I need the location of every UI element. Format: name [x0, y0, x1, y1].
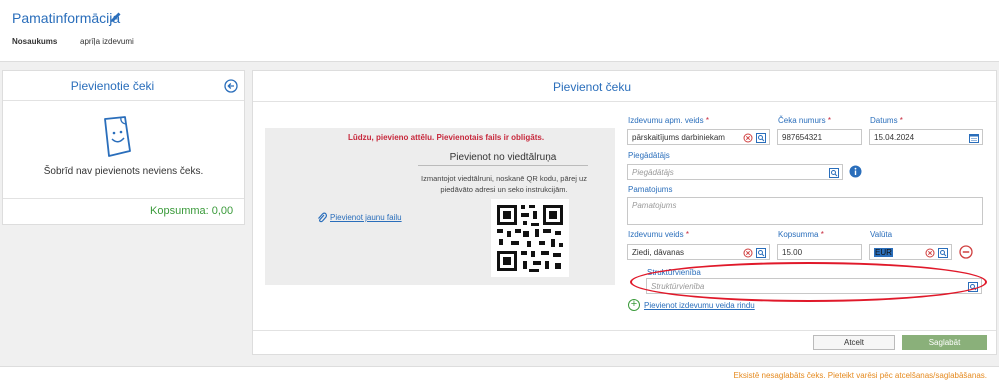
highlight-oval [630, 262, 987, 302]
unsaved-warning: Eksistē nesaglabāts čeks. Pieteikt varēs… [733, 371, 987, 380]
lookup-icon[interactable] [756, 133, 766, 143]
empty-state-text: Šobrīd nav pievienots neviens čeks. [43, 166, 204, 177]
add-expense-row-link[interactable]: + Pievienot izdevumu veida rindu [628, 299, 755, 311]
lookup-icon[interactable] [756, 248, 766, 258]
qr-instructions: Izmantojot viedtālruni, noskanē QR kodu,… [421, 174, 587, 194]
arrow-left-circle-icon[interactable] [224, 79, 238, 93]
save-button[interactable]: Saglabāt [902, 335, 987, 350]
qr-code-icon [491, 199, 569, 277]
header-card [0, 0, 999, 62]
lookup-icon[interactable] [829, 168, 839, 178]
upload-error-message: Lūdzu, pievieno attēlu. Pievienotais fai… [348, 133, 545, 142]
lookup-icon[interactable] [938, 248, 948, 258]
supplier-label: Piegādātājs [628, 151, 670, 160]
add-file-link[interactable]: Pievienot jaunu failu [317, 212, 402, 223]
page-title: Pamatinformācija [12, 10, 121, 26]
divider [3, 198, 244, 199]
currency-field[interactable]: EUR [869, 244, 952, 260]
expense-kind-label: Izdevumu veids * [628, 230, 689, 239]
info-icon[interactable] [849, 165, 862, 178]
receipt-number-field[interactable]: 987654321 [777, 129, 862, 145]
meta-label: Nosaukums [12, 37, 58, 46]
receipt-smile-icon [104, 116, 131, 157]
divider [3, 100, 244, 101]
expense-type-field[interactable]: pārskaitījums darbiniekam [627, 129, 770, 145]
date-label: Datums * [870, 116, 903, 125]
add-receipt-title: Pievienot čeku [552, 80, 632, 94]
expense-kind-field[interactable]: Ziedi, dāvanas [627, 244, 770, 260]
added-receipts-title: Pievienotie čeki [70, 79, 155, 93]
clear-icon[interactable] [925, 248, 935, 258]
pencil-icon[interactable] [110, 11, 122, 23]
clear-icon[interactable] [743, 248, 753, 258]
divider [253, 101, 996, 102]
add-file-label: Pievienot jaunu failu [330, 213, 402, 222]
expense-type-label: Izdevumu apm. veids * [628, 116, 709, 125]
supplier-field[interactable]: Piegādātājs [627, 164, 843, 180]
divider [253, 330, 996, 331]
add-expense-row-label: Pievienot izdevumu veida rindu [644, 300, 755, 310]
currency-value: EUR [874, 248, 893, 257]
qr-code [491, 199, 569, 277]
clear-icon[interactable] [743, 133, 753, 143]
total-amount: Kopsumma: 0,00 [150, 205, 234, 217]
amount-label: Kopsumma * [778, 230, 824, 239]
plus-circle-icon: + [628, 299, 640, 311]
justification-field[interactable]: Pamatojums [627, 197, 983, 225]
qr-title: Pievienot no viedtālruņa [449, 152, 557, 163]
cancel-button[interactable]: Atcelt [813, 335, 895, 350]
amount-field[interactable]: 15.00 [777, 244, 862, 260]
meta-value: aprīļa izdevumi [80, 37, 134, 46]
paperclip-icon [318, 212, 327, 223]
justification-label: Pamatojums [628, 185, 673, 194]
currency-label: Valūta [870, 230, 893, 239]
calendar-icon[interactable] [969, 133, 979, 143]
divider [418, 165, 588, 166]
remove-row-icon[interactable] [959, 245, 973, 259]
date-field[interactable]: 15.04.2024 [869, 129, 983, 145]
receipt-number-label: Čeka numurs * [778, 116, 831, 125]
